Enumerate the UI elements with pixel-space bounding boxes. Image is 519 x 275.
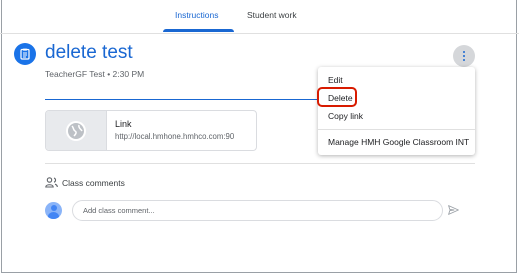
globe-icon: [66, 121, 86, 141]
assignment-icon: [14, 43, 36, 65]
class-comments-label: Class comments: [62, 178, 125, 188]
attachment-title: Link: [115, 119, 132, 129]
attachment-thumbnail: [46, 111, 107, 150]
menu-item-manage-hmh[interactable]: Manage HMH Google Classroom INT: [328, 137, 469, 147]
menu-item-edit[interactable]: Edit: [328, 75, 343, 85]
class-comment-input[interactable]: [72, 200, 443, 221]
menu-item-copy-link[interactable]: Copy link: [328, 111, 363, 121]
more-options-button[interactable]: [453, 45, 475, 67]
assignment-title: delete test: [45, 42, 133, 63]
tab-instructions[interactable]: Instructions: [175, 10, 218, 20]
tab-bar: Instructions Student work: [0, 0, 519, 34]
active-tab-indicator: [163, 29, 234, 32]
menu-item-delete[interactable]: Delete: [328, 93, 353, 103]
avatar: [45, 202, 62, 219]
more-options-menu: Edit Delete Copy link Manage HMH Google …: [318, 67, 475, 155]
send-icon[interactable]: [448, 205, 459, 215]
assignment-meta: TeacherGF Test • 2:30 PM: [45, 69, 145, 79]
tab-student-work[interactable]: Student work: [247, 10, 297, 20]
people-icon: [45, 177, 58, 188]
section-divider: [45, 163, 475, 164]
link-attachment-card[interactable]: Link http://local.hmhone.hmhco.com:90: [45, 110, 257, 151]
header-divider: [45, 99, 318, 100]
menu-divider: [318, 129, 475, 130]
attachment-url: http://local.hmhone.hmhco.com:90: [115, 132, 235, 141]
